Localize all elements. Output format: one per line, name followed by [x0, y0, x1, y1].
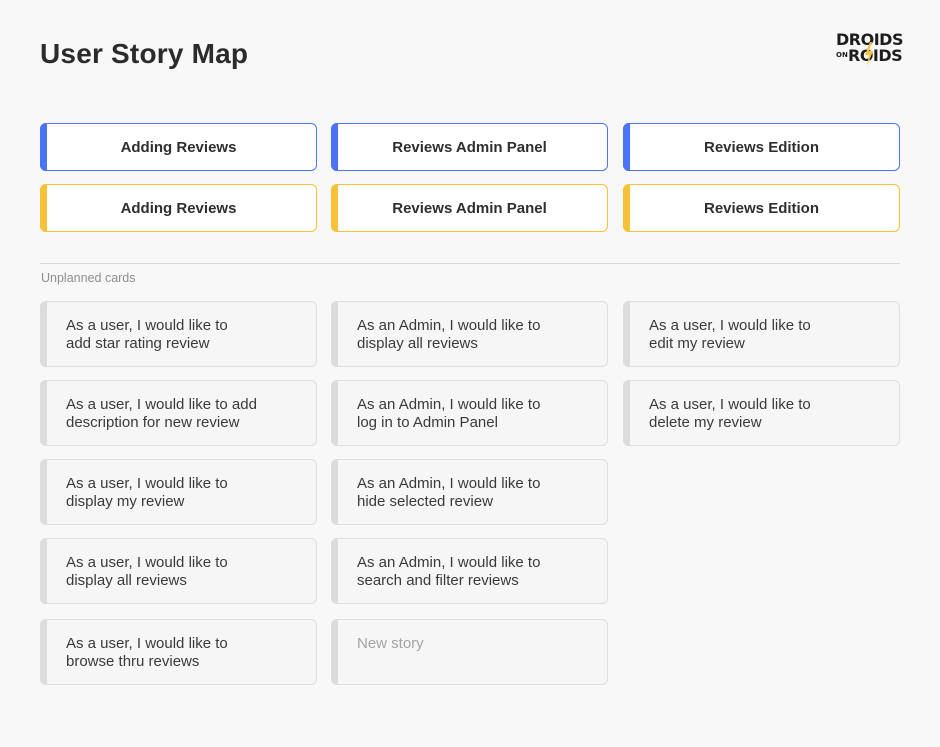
story-card[interactable]: As a user, I would like to delete my rev… — [623, 380, 900, 446]
epic-card-reviews-edition-secondary[interactable]: Reviews Edition — [623, 184, 900, 232]
story-card[interactable]: As an Admin, I would like to search and … — [331, 538, 608, 604]
story-card[interactable]: As an Admin, I would like to hide select… — [331, 459, 608, 525]
page-title: User Story Map — [40, 38, 249, 69]
story-card[interactable]: As a user, I would like to browse thru r… — [40, 619, 317, 685]
epic-card-reviews-admin-panel-secondary[interactable]: Reviews Admin Panel — [331, 184, 608, 232]
story-card[interactable]: As an Admin, I would like to display all… — [331, 301, 608, 367]
epic-card-label: Adding Reviews — [120, 138, 237, 156]
section-divider — [40, 263, 900, 264]
story-card[interactable]: As a user, I would like to display all r… — [40, 538, 317, 604]
story-card[interactable]: As a user, I would like to edit my revie… — [623, 301, 900, 367]
epic-card-adding-reviews[interactable]: Adding Reviews — [40, 123, 317, 171]
epic-card-label: Reviews Edition — [703, 138, 820, 156]
company-logo: DROIDS ON ROIDS — [836, 30, 904, 76]
logo-line-2-small: ON — [836, 51, 848, 59]
story-card[interactable]: As a user, I would like to add descripti… — [40, 380, 317, 446]
epic-card-label: Reviews Admin Panel — [392, 138, 547, 156]
lightning-bolt-icon — [865, 42, 873, 66]
unplanned-section-label: Unplanned cards — [41, 271, 136, 285]
story-card[interactable]: As an Admin, I would like to log in to A… — [331, 380, 608, 446]
story-card[interactable]: As a user, I would like to add star rati… — [40, 301, 317, 367]
epic-card-label: Adding Reviews — [120, 199, 237, 217]
epic-card-label: Reviews Admin Panel — [392, 199, 547, 217]
epic-card-label: Reviews Edition — [703, 199, 820, 217]
epic-card-reviews-edition[interactable]: Reviews Edition — [623, 123, 900, 171]
logo-line-2: ROIDS — [848, 46, 903, 65]
story-card[interactable]: As a user, I would like to display my re… — [40, 459, 317, 525]
epic-card-reviews-admin-panel[interactable]: Reviews Admin Panel — [331, 123, 608, 171]
epic-card-adding-reviews-secondary[interactable]: Adding Reviews — [40, 184, 317, 232]
new-story-card[interactable]: New story — [331, 619, 608, 685]
